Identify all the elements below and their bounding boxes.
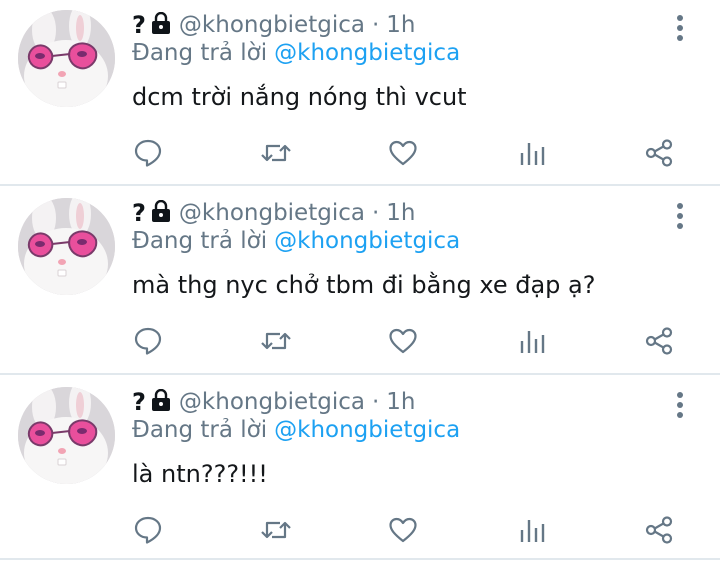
tweet[interactable]: ? @khongbietgica · 1h Đang trả lời @khong… [0, 377, 720, 560]
separator-dot: · [371, 200, 380, 226]
user-handle[interactable]: @khongbietgica [179, 200, 365, 226]
display-name[interactable]: ? [132, 199, 146, 227]
divider [0, 184, 720, 186]
replying-to: Đang trả lời @khongbietgica [132, 417, 460, 443]
tweet-text: mà thg nyc chở tbm đi bằng xe đạp ạ? [132, 271, 596, 299]
tweet-header: ? @khongbietgica · 1h [132, 8, 416, 42]
retweet-icon[interactable] [258, 512, 294, 548]
like-icon[interactable] [385, 135, 421, 171]
replying-to-mention[interactable]: @khongbietgica [274, 40, 460, 66]
like-icon[interactable] [385, 512, 421, 548]
replying-to: Đang trả lời @khongbietgica [132, 40, 460, 66]
replying-to-label: Đang trả lời [132, 40, 268, 66]
reply-icon[interactable] [130, 323, 166, 359]
retweet-icon[interactable] [258, 135, 294, 171]
more-vertical-icon[interactable] [670, 202, 690, 230]
avatar[interactable] [18, 198, 115, 295]
tweet[interactable]: ? @khongbietgica · 1h Đang trả lời @khong… [0, 188, 720, 371]
display-name[interactable]: ? [132, 11, 146, 39]
avatar[interactable] [18, 387, 115, 484]
separator-dot: · [371, 12, 380, 38]
stats-icon[interactable] [514, 135, 550, 171]
retweet-icon[interactable] [258, 323, 294, 359]
like-icon[interactable] [385, 323, 421, 359]
tweet-text: là ntn???!!! [132, 460, 268, 488]
share-icon[interactable] [641, 512, 677, 548]
replying-to-mention[interactable]: @khongbietgica [274, 417, 460, 443]
lock-icon [151, 388, 171, 415]
reply-thread: ? @khongbietgica · 1h Đang trả lời @khong… [0, 0, 720, 561]
tweet-header: ? @khongbietgica · 1h [132, 385, 416, 419]
replying-to-mention[interactable]: @khongbietgica [274, 228, 460, 254]
tweet-header: ? @khongbietgica · 1h [132, 196, 416, 230]
display-name[interactable]: ? [132, 388, 146, 416]
user-handle[interactable]: @khongbietgica [179, 12, 365, 38]
tweet[interactable]: ? @khongbietgica · 1h Đang trả lời @khong… [0, 0, 720, 183]
share-icon[interactable] [641, 135, 677, 171]
divider [0, 373, 720, 375]
replying-to: Đang trả lời @khongbietgica [132, 228, 460, 254]
user-handle[interactable]: @khongbietgica [179, 389, 365, 415]
reply-icon[interactable] [130, 512, 166, 548]
replying-to-label: Đang trả lời [132, 228, 268, 254]
separator-dot: · [371, 389, 380, 415]
share-icon[interactable] [641, 323, 677, 359]
avatar[interactable] [18, 10, 115, 107]
reply-icon[interactable] [130, 135, 166, 171]
replying-to-label: Đang trả lời [132, 417, 268, 443]
tweet-text: dcm trời nắng nóng thì vcut [132, 83, 467, 111]
more-vertical-icon[interactable] [670, 14, 690, 42]
timestamp[interactable]: 1h [386, 12, 415, 38]
more-vertical-icon[interactable] [670, 391, 690, 419]
divider [0, 558, 720, 560]
stats-icon[interactable] [514, 323, 550, 359]
stats-icon[interactable] [514, 512, 550, 548]
timestamp[interactable]: 1h [386, 389, 415, 415]
lock-icon [151, 199, 171, 226]
lock-icon [151, 11, 171, 38]
timestamp[interactable]: 1h [386, 200, 415, 226]
